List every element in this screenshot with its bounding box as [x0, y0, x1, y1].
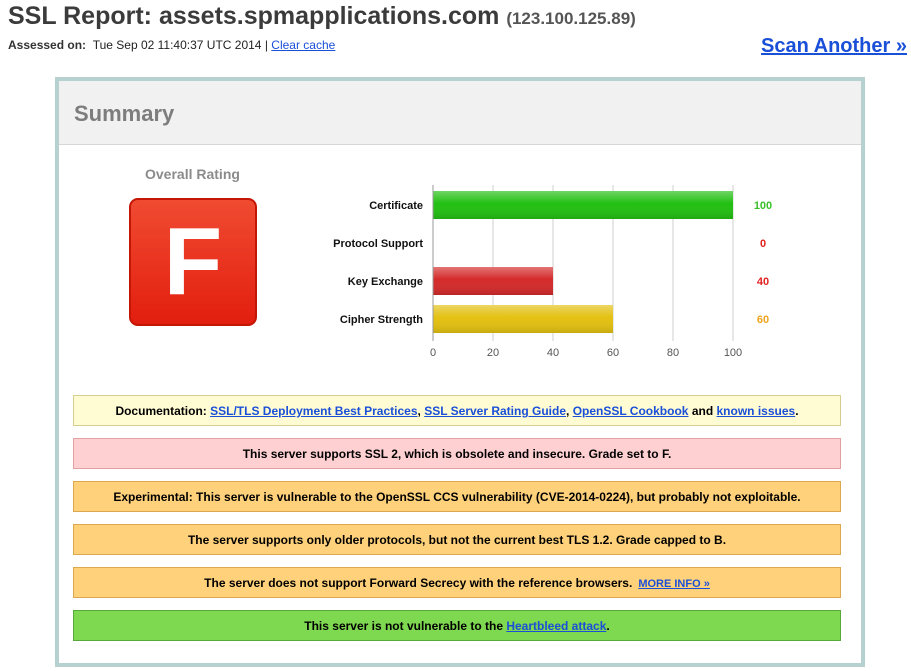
doc-and: and [688, 404, 717, 418]
x-tick-label: 100 [724, 347, 742, 359]
bar-value-label: 100 [754, 200, 772, 212]
ssl2-warning: This server supports SSL 2, which is obs… [73, 438, 841, 469]
ccs-warning: Experimental: This server is vulnerable … [73, 481, 841, 512]
x-tick-label: 40 [547, 347, 559, 359]
doc-separator: , [566, 404, 573, 418]
host-name: assets.spmapplications.com [158, 2, 500, 30]
x-tick-label: 60 [607, 347, 619, 359]
separator: | [264, 38, 268, 52]
doc-prefix: Documentation: [115, 404, 211, 418]
bar-shading [433, 267, 553, 295]
fs-text: The server does not support Forward Secr… [204, 576, 633, 590]
more-info-link[interactable]: MORE INFO » [638, 578, 710, 590]
bar-value-label: 60 [757, 314, 769, 326]
known-issues-link[interactable]: known issues [717, 404, 796, 418]
assessed-label: Assessed on: [8, 38, 87, 52]
title-prefix: SSL Report: [8, 2, 159, 30]
doc-end: . [795, 404, 799, 418]
x-tick-label: 0 [430, 347, 436, 359]
page-title: SSL Report: assets.spmapplications.com (… [8, 2, 636, 31]
bar-category-label: Cipher Strength [340, 314, 423, 326]
assessed-date: Tue Sep 02 11:40:37 UTC 2014 [92, 38, 262, 52]
documentation-box: Documentation: SSL/TLS Deployment Best P… [73, 395, 841, 426]
bar-category-label: Protocol Support [333, 238, 423, 250]
bar-category-label: Certificate [369, 200, 423, 212]
openssl-cookbook-link[interactable]: OpenSSL Cookbook [573, 404, 689, 418]
clear-cache-link[interactable]: Clear cache [271, 38, 335, 52]
scan-another-link[interactable]: Scan Another » [761, 35, 907, 58]
hb-prefix: This server is not vulnerable to the [304, 619, 507, 633]
bar-category-label: Key Exchange [348, 276, 423, 288]
bar-shading [433, 305, 613, 333]
bar-value-label: 40 [757, 276, 769, 288]
hb-end: . [606, 619, 610, 633]
forward-secrecy-warning: The server does not support Forward Secr… [73, 567, 841, 598]
rating-chart: 0 20 40 60 80 100 Certificate 100 Protocol Suppo… [333, 185, 772, 359]
x-tick-label: 80 [667, 347, 679, 359]
assessed-info: Assessed on: Tue Sep 02 11:40:37 UTC 201… [8, 38, 335, 52]
bar-shading [433, 191, 733, 219]
protocol-warning: The server supports only older protocols… [73, 524, 841, 555]
heartbleed-link[interactable]: Heartbleed attack [506, 619, 606, 633]
bar-value-label: 0 [760, 238, 766, 250]
summary-panel: Summary Overall Rating F 0 20 40 60 80 100 Cer… [55, 77, 865, 667]
heartbleed-notice: This server is not vulnerable to the Hea… [73, 610, 841, 641]
best-practices-link[interactable]: SSL/TLS Deployment Best Practices [210, 404, 417, 418]
ip-address: (123.100.125.89) [506, 9, 636, 28]
x-tick-label: 20 [487, 347, 499, 359]
rating-guide-link[interactable]: SSL Server Rating Guide [424, 404, 566, 418]
